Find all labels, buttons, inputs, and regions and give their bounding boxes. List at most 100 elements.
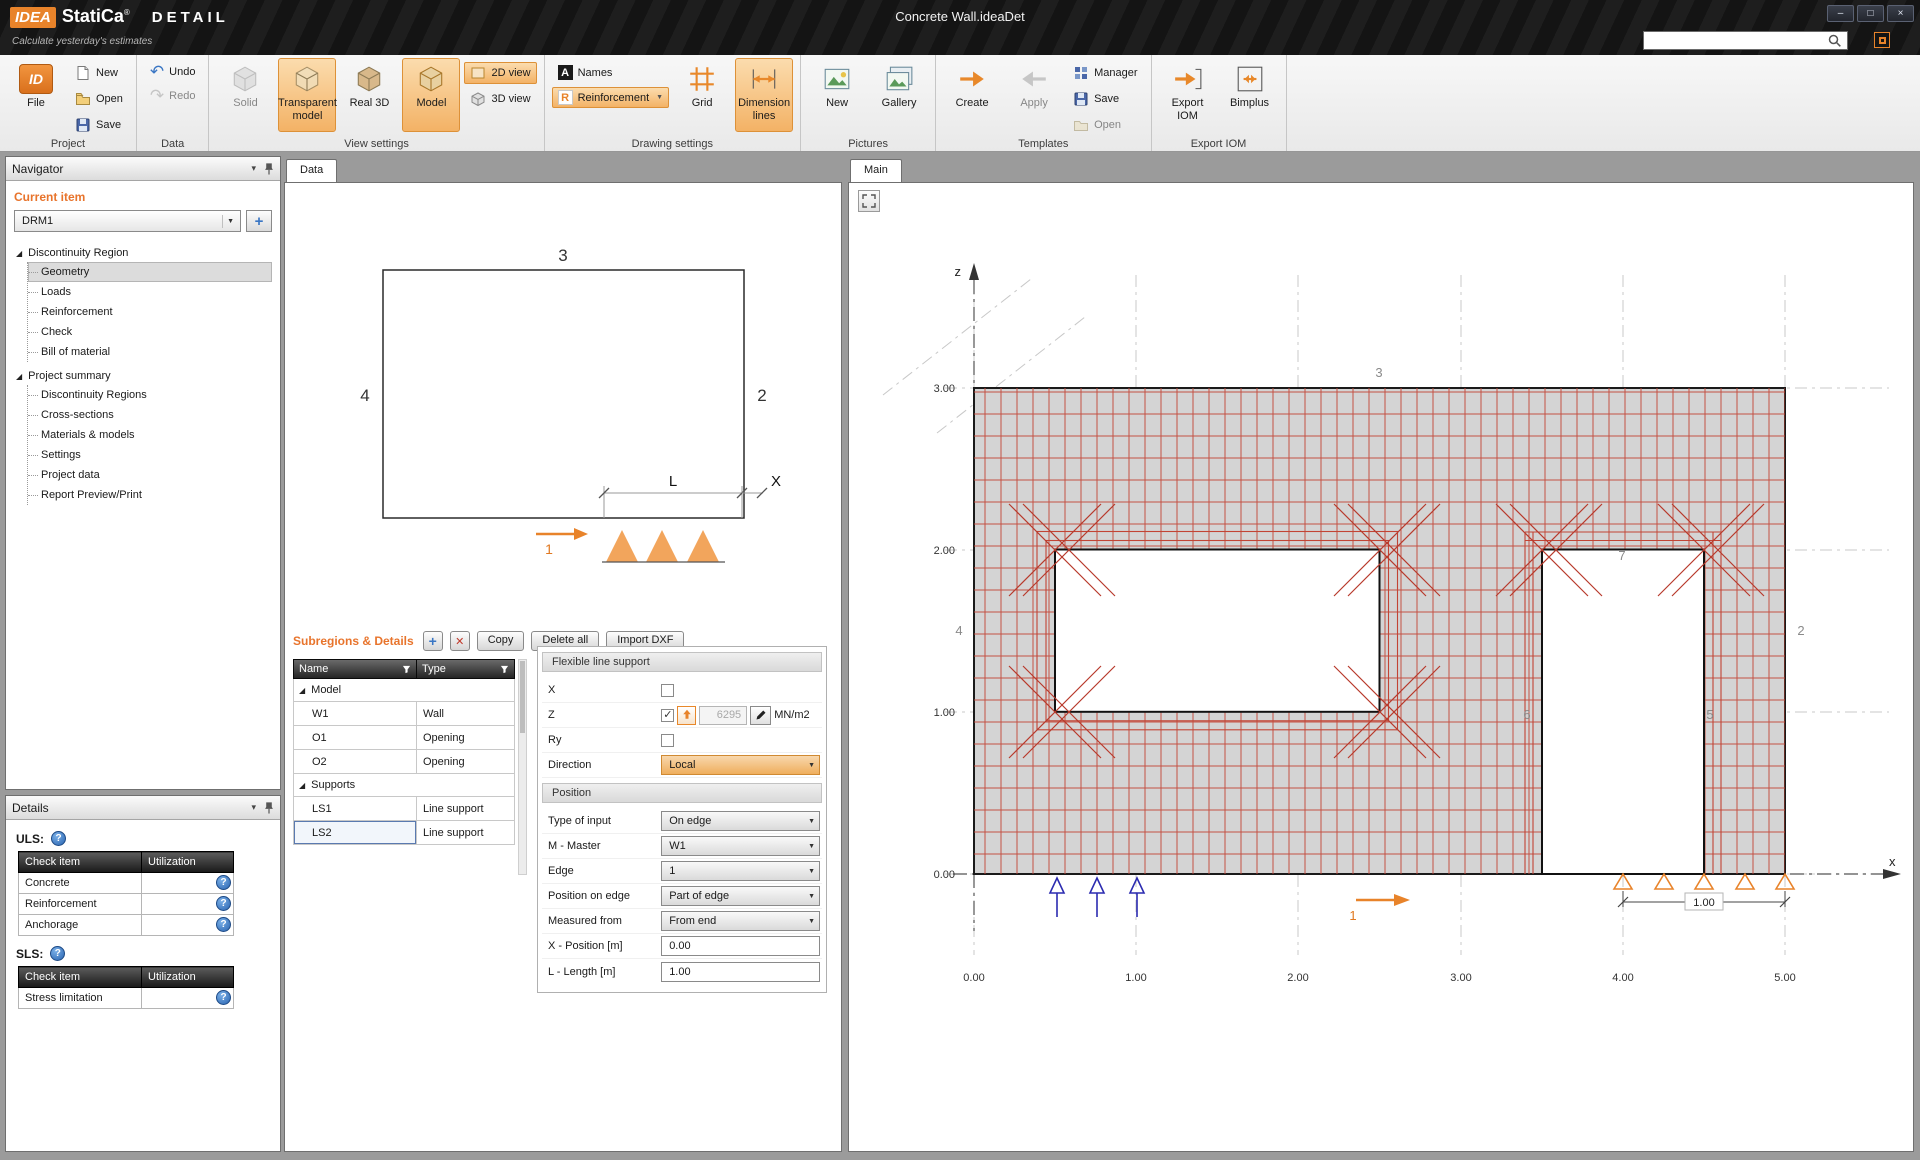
stiffness-input[interactable]: 6295	[699, 706, 747, 725]
column-header-name[interactable]: Name	[293, 659, 417, 679]
table-row-w1[interactable]: W1 Wall	[293, 702, 515, 726]
add-subregion-button[interactable]: +	[423, 631, 443, 651]
x-checkbox[interactable]	[661, 684, 674, 697]
tree-item-reinforcement[interactable]: Reinforcement	[28, 302, 272, 322]
current-item-dropdown[interactable]: DRM1 ▼	[14, 210, 241, 232]
direction-select[interactable]: Local ▼	[661, 755, 820, 775]
2d-view-icon	[470, 65, 486, 81]
support-arrow[interactable]: 1	[536, 528, 588, 557]
tree-item-discontinuity-regions[interactable]: Discontinuity Regions	[28, 385, 272, 405]
support-axis-arrow[interactable]: 1	[1349, 894, 1410, 923]
tree-group-discontinuity-region[interactable]: ◢ Discontinuity Region	[14, 244, 272, 262]
app-logo: IDEA StatiCa® DETAIL	[10, 6, 229, 28]
template-manager-button[interactable]: Manager	[1067, 62, 1143, 84]
template-apply-button[interactable]: Apply	[1005, 58, 1063, 132]
gallery-button[interactable]: Gallery	[870, 58, 928, 132]
position-on-edge-select[interactable]: Part of edge ▼	[661, 886, 820, 906]
copy-button[interactable]: Copy	[477, 631, 525, 651]
save-button[interactable]: Save	[69, 114, 129, 136]
opening-o1[interactable]	[1055, 550, 1380, 712]
reinforcement-toggle[interactable]: R Reinforcement ▼	[552, 87, 669, 108]
help-icon[interactable]: ?	[216, 896, 231, 911]
zoom-fit-button[interactable]	[858, 190, 880, 212]
minimize-button[interactable]: –	[1827, 5, 1854, 22]
l-length-input[interactable]: 1.00	[661, 962, 820, 982]
tree-item-check[interactable]: Check	[28, 322, 272, 342]
pin-icon[interactable]	[264, 162, 274, 175]
collapse-icon[interactable]: ▾	[251, 802, 256, 813]
help-icon[interactable]: ?	[216, 990, 231, 1005]
subregions-table: Name Type ◢ Model W1 Wall O1 Opening	[293, 659, 515, 845]
help-icon[interactable]: ?	[216, 917, 231, 932]
new-button[interactable]: New	[69, 62, 129, 84]
tree-item-project-data[interactable]: Project data	[28, 465, 272, 485]
help-icon[interactable]: ?	[216, 875, 231, 890]
names-toggle[interactable]: A Names	[552, 62, 669, 83]
help-icon[interactable]: ?	[51, 831, 66, 846]
scrollbar-thumb[interactable]	[520, 661, 525, 733]
real-3d-button[interactable]: Real 3D	[340, 58, 398, 132]
filter-icon[interactable]	[500, 665, 509, 674]
notification-icon[interactable]	[1874, 32, 1890, 48]
template-save-button[interactable]: Save	[1067, 88, 1143, 110]
table-row-o2[interactable]: O2 Opening	[293, 750, 515, 774]
search-icon[interactable]	[1827, 33, 1843, 49]
3d-view-button[interactable]: 3D view	[464, 88, 536, 110]
tree-item-bill-of-material[interactable]: Bill of material	[28, 342, 272, 362]
tree-item-settings[interactable]: Settings	[28, 445, 272, 465]
group-row-supports[interactable]: ◢ Supports	[293, 774, 515, 797]
open-button[interactable]: Open	[69, 88, 129, 110]
column-header-type[interactable]: Type	[417, 659, 515, 679]
file-button[interactable]: ID File	[7, 58, 65, 132]
tree-item-loads[interactable]: Loads	[28, 282, 272, 302]
wall-outline[interactable]	[383, 270, 744, 518]
grid-button[interactable]: Grid	[673, 58, 731, 132]
tab-data[interactable]: Data	[286, 159, 337, 182]
edit-pen-icon[interactable]	[750, 706, 771, 725]
picture-new-button[interactable]: New	[808, 58, 866, 132]
tree-group-project-summary[interactable]: ◢ Project summary	[14, 367, 272, 385]
master-select[interactable]: W1 ▼	[661, 836, 820, 856]
transparent-model-button[interactable]: Transparent model	[278, 58, 336, 132]
opening-o2[interactable]	[1542, 550, 1704, 875]
bimplus-button[interactable]: Bimplus	[1221, 58, 1279, 132]
line-support-triangles[interactable]	[1614, 874, 1794, 889]
add-item-button[interactable]: +	[246, 210, 272, 232]
z-checkbox[interactable]	[661, 709, 674, 722]
2d-view-button[interactable]: 2D view	[464, 62, 536, 84]
pin-icon[interactable]	[264, 801, 274, 814]
tree-item-cross-sections[interactable]: Cross-sections	[28, 405, 272, 425]
type-of-input-select[interactable]: On edge ▼	[661, 811, 820, 831]
ry-checkbox[interactable]	[661, 734, 674, 747]
table-row-o1[interactable]: O1 Opening	[293, 726, 515, 750]
table-row-ls2-selected[interactable]: LS2 Line support	[293, 821, 515, 845]
edge-select[interactable]: 1 ▼	[661, 861, 820, 881]
blue-load-arrows[interactable]	[1050, 878, 1144, 917]
scrollbar[interactable]	[518, 659, 527, 875]
tree-item-geometry[interactable]: Geometry	[28, 262, 272, 282]
export-iom-button[interactable]: Export IOM	[1159, 58, 1217, 132]
search-input[interactable]	[1648, 35, 1823, 47]
tree-item-materials-models[interactable]: Materials & models	[28, 425, 272, 445]
filter-icon[interactable]	[402, 665, 411, 674]
line-support-triangles[interactable]	[602, 530, 725, 562]
redo-button[interactable]: ↷ Redo	[144, 86, 202, 106]
undo-button[interactable]: ↶ Undo	[144, 62, 202, 82]
measured-from-select[interactable]: From end ▼	[661, 911, 820, 931]
lift-off-icon[interactable]	[677, 706, 696, 725]
delete-subregion-button[interactable]: ✕	[450, 631, 470, 651]
maximize-button[interactable]: □	[1857, 5, 1884, 22]
group-row-model[interactable]: ◢ Model	[293, 679, 515, 702]
model-button[interactable]: Model	[402, 58, 460, 132]
tab-main[interactable]: Main	[850, 159, 902, 182]
table-row-ls1[interactable]: LS1 Line support	[293, 797, 515, 821]
x-position-input[interactable]: 0.00	[661, 936, 820, 956]
tree-item-report-preview-print[interactable]: Report Preview/Print	[28, 485, 272, 505]
dimension-lines-button[interactable]: Dimension lines	[735, 58, 793, 132]
solid-button[interactable]: Solid	[216, 58, 274, 132]
template-create-button[interactable]: Create	[943, 58, 1001, 132]
help-icon[interactable]: ?	[50, 946, 65, 961]
close-button[interactable]: ×	[1887, 5, 1914, 22]
collapse-icon[interactable]: ▾	[251, 163, 256, 174]
template-open-button[interactable]: Open	[1067, 114, 1143, 136]
